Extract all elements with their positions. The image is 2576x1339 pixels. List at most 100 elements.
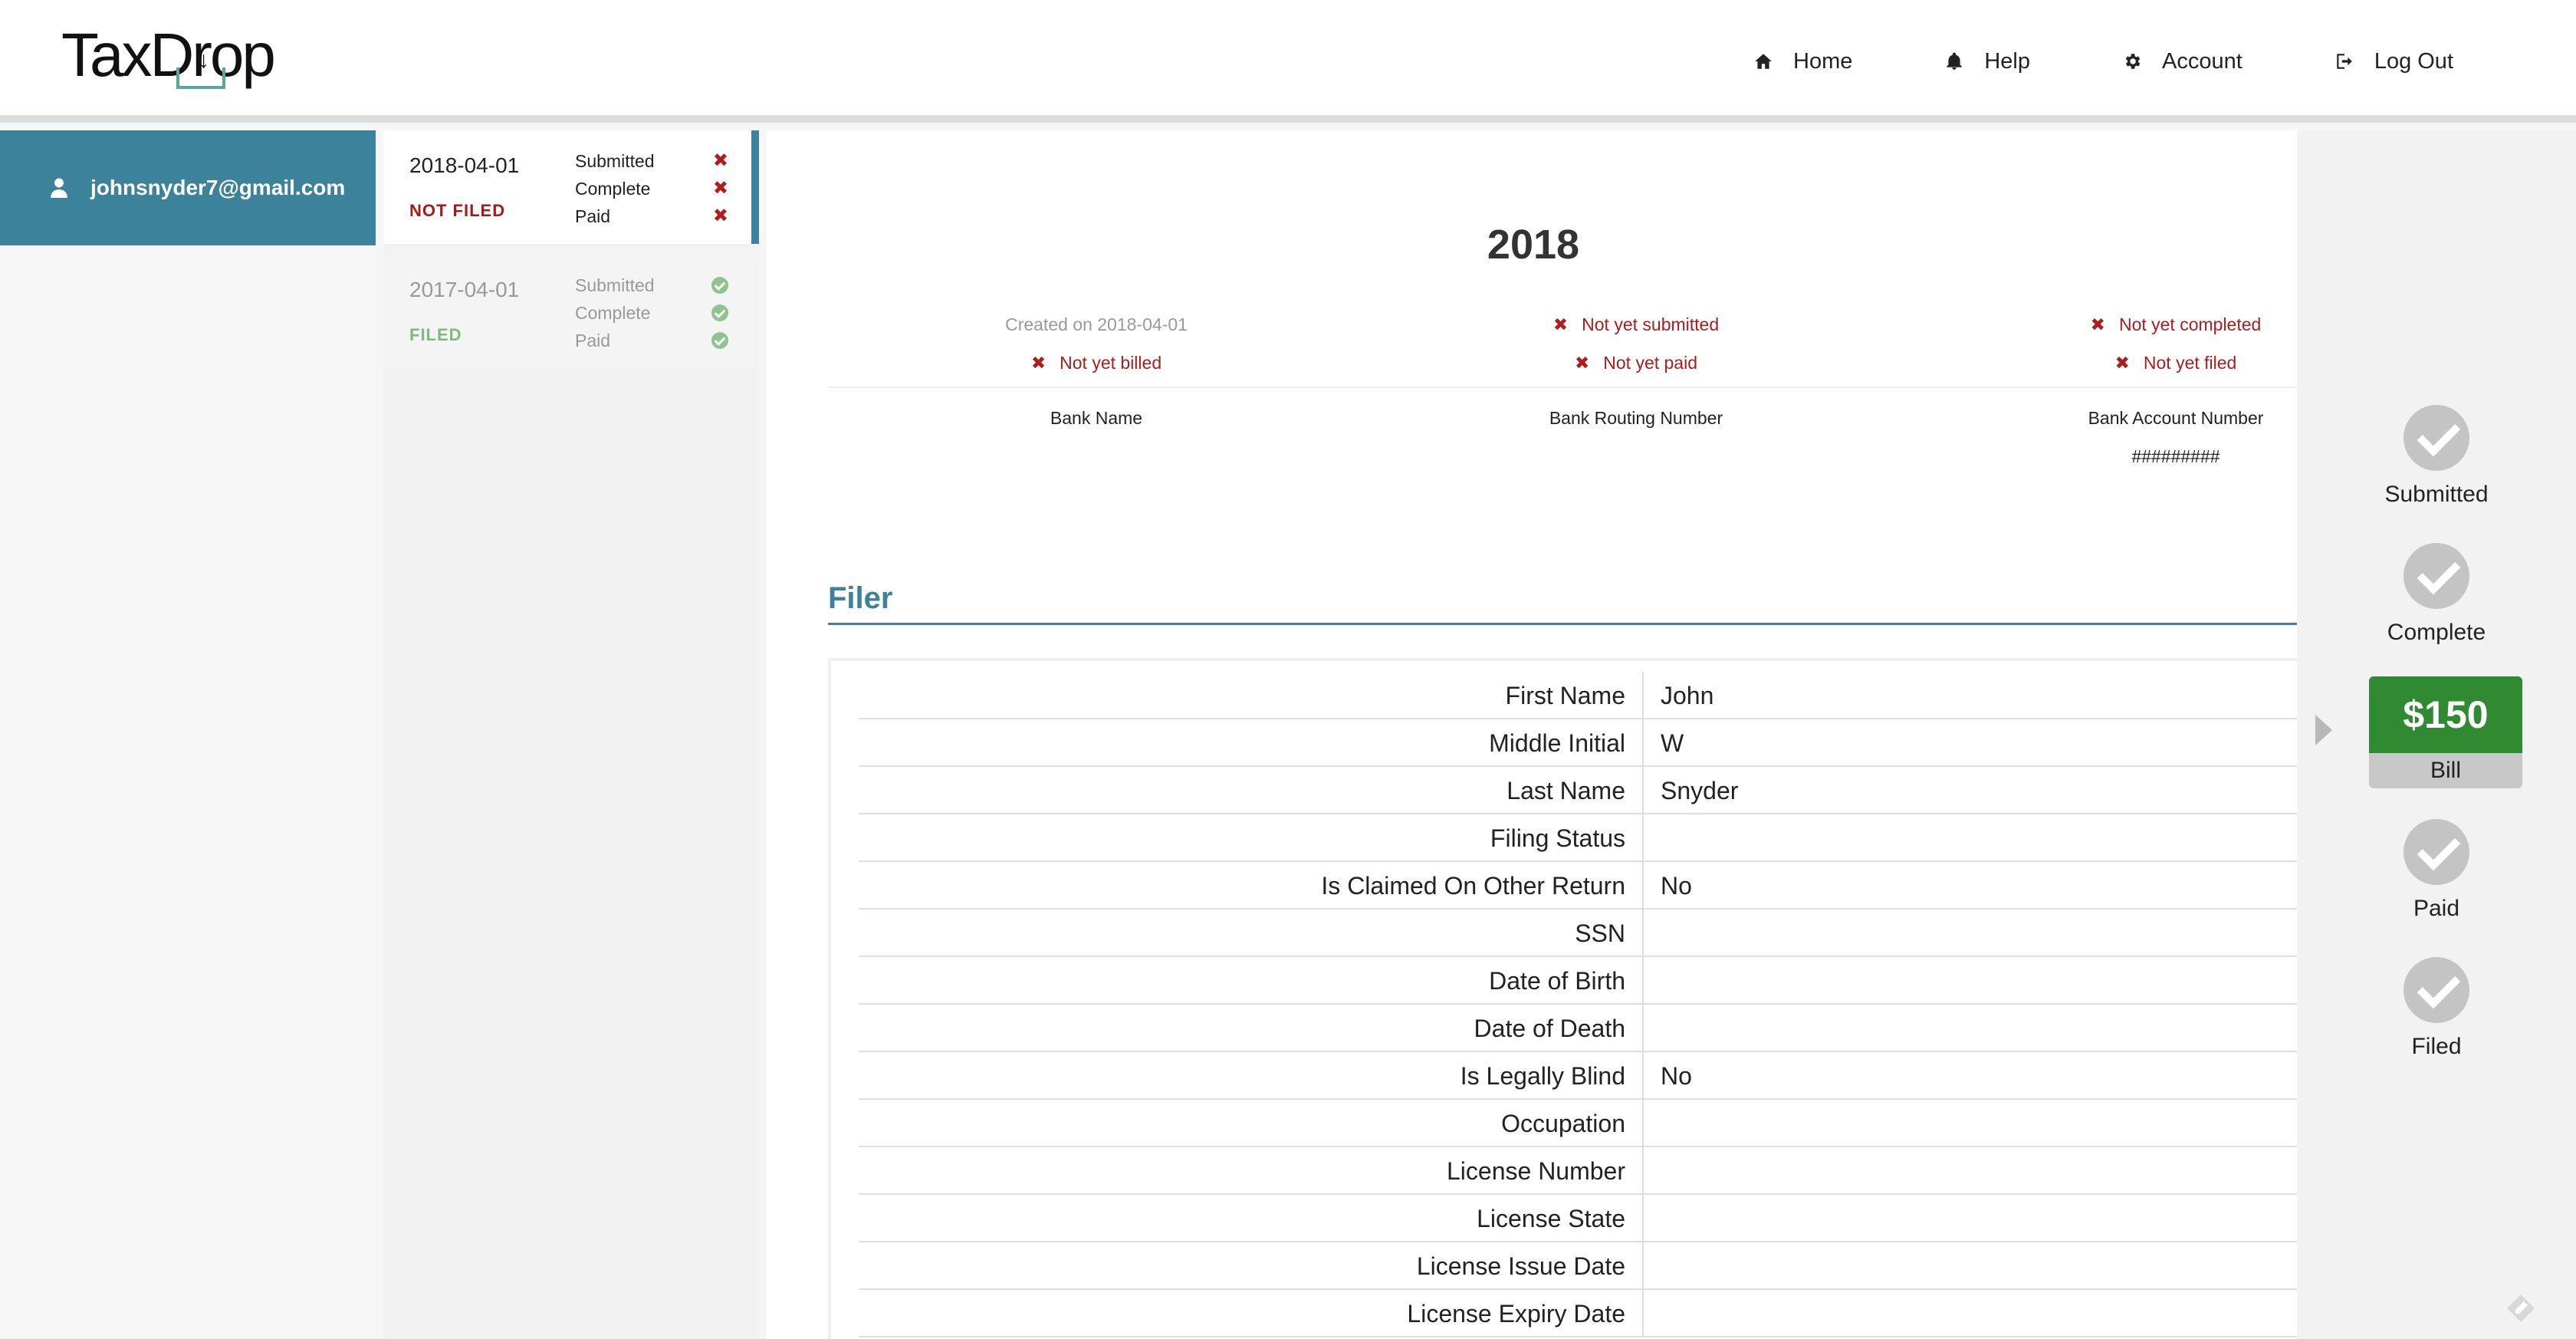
return-step-complete: Complete ✖ [575,175,728,202]
form-row: SSN [859,910,2308,957]
user-account-box[interactable]: johnsnyder7@gmail.com [0,130,376,245]
form-field-value[interactable] [1644,910,1661,956]
form-row: Is Legally Blind No [859,1052,2308,1100]
filing-status-text: Not yet filed [2143,353,2237,373]
step-filed-label: Filed [2411,1034,2462,1059]
bill-amount: $150 [2369,676,2522,753]
taxdrop-logo[interactable]: TaxDrop [61,23,276,87]
form-field-value[interactable]: No [1644,1052,1692,1098]
x-mark-icon: ✖ [2090,314,2105,334]
step-paid-label: Paid [2413,896,2460,921]
return-card-2018[interactable]: 2018-04-01 NOT FILED Submitted ✖ Complete… [383,130,759,244]
form-field-value[interactable] [1644,1195,1661,1241]
form-field-label: First Name [859,672,1644,718]
return-step-label: Complete [575,303,651,323]
return-step-submitted: Submitted ✖ [575,147,728,175]
return-step-label: Complete [575,179,651,199]
bank-name-label: Bank Name [1050,408,1143,428]
nav-logout-label: Log Out [2374,48,2453,74]
form-field-label: Occupation [859,1100,1644,1146]
form-row: License Expiry Date [859,1290,2308,1337]
return-step-label: Paid [575,331,611,350]
bank-routing-label: Bank Routing Number [1549,408,1723,428]
step-submitted-label: Submitted [2384,482,2489,507]
form-field-label: Is Claimed On Other Return [859,862,1644,908]
form-field-value[interactable]: W [1644,719,1684,765]
payment-status: ✖ Not yet paid [1444,344,1828,382]
main-nav: Home Help Account Log Out [1707,37,2499,86]
form-row: License Issue Date [859,1242,2308,1290]
created-date: Created on 2018-04-01 [1005,314,1188,334]
return-step-paid: Paid [575,327,728,354]
payment-status-text: Not yet paid [1603,353,1698,373]
bank-name-col: Bank Name [905,399,1288,437]
x-mark-icon: ✖ [1574,353,1590,373]
filer-section-rule [828,623,2300,625]
check-circle-icon [2404,543,2469,609]
form-row: Filing Status [859,814,2308,862]
form-field-value[interactable] [1644,1005,1661,1051]
form-field-value[interactable] [1644,1147,1661,1193]
bell-icon [1947,52,1963,70]
return-status: FILED [409,325,462,344]
x-mark-icon: ✖ [712,178,728,199]
nav-help[interactable]: Help [1898,37,2076,86]
return-steps: Submitted Complete Paid [575,271,728,354]
nav-logout[interactable]: Log Out [2288,37,2499,86]
return-step-submitted: Submitted [575,271,728,299]
nav-account-label: Account [2162,48,2242,74]
progress-steps: Submitted Complete $150 Bill Paid Filed [2297,130,2576,1339]
nav-home[interactable]: Home [1707,37,1898,86]
return-step-label: Submitted [575,151,655,171]
form-row: Middle Initial W [859,719,2308,767]
logout-icon [2337,54,2352,69]
form-field-value[interactable]: No [1644,862,1692,908]
return-year-title: 2018 [1487,222,1580,268]
step-submitted[interactable]: Submitted [2297,405,2576,508]
submission-status: ✖ Not yet submitted [1444,305,1828,344]
form-field-label: License Issue Date [859,1242,1644,1288]
return-step-label: Paid [575,206,611,226]
form-field-value[interactable]: John [1644,672,1714,718]
form-field-label: License State [859,1195,1644,1241]
return-step-paid: Paid ✖ [575,202,728,230]
form-field-value[interactable] [1644,1290,1661,1336]
form-field-value[interactable] [1644,957,1661,1003]
returns-list: 2018-04-01 NOT FILED Submitted ✖ Complete… [383,130,759,1339]
feedback-icon[interactable] [2505,1293,2536,1324]
form-field-value[interactable] [1644,814,1661,860]
home-icon [1755,54,1772,69]
check-circle-icon [711,277,728,294]
form-field-label: SSN [859,910,1644,956]
billing-status-text: Not yet billed [1060,353,1162,373]
nav-account[interactable]: Account [2076,37,2288,86]
step-filed[interactable]: Filed [2297,957,2576,1060]
return-detail: 2018 Created on 2018-04-01 ✖ Not yet bill… [767,130,2308,1339]
step-paid[interactable]: Paid [2297,819,2576,922]
filer-section-title: Filer [828,581,893,615]
form-field-label: License Expiry Date [859,1290,1644,1336]
form-field-value[interactable]: Snyder [1644,767,1738,813]
return-card-2017[interactable]: 2017-04-01 FILED Submitted Complete Paid [383,255,759,368]
summary-col-created: Created on 2018-04-01 ✖ Not yet billed [905,305,1288,382]
step-complete[interactable]: Complete [2297,543,2576,646]
return-step-label: Submitted [575,275,655,295]
check-circle-icon [711,304,728,321]
x-mark-icon: ✖ [1030,353,1046,373]
form-field-value[interactable] [1644,1100,1661,1146]
form-field-label: Filing Status [859,814,1644,860]
form-row: License Number [859,1147,2308,1195]
return-steps: Submitted ✖ Complete ✖ Paid ✖ [575,147,728,230]
completion-status-text: Not yet completed [2118,314,2262,334]
form-row: Last Name Snyder [859,767,2308,814]
check-circle-icon [2404,405,2469,471]
summary-divider [828,387,2300,388]
nav-home-label: Home [1793,48,1853,74]
form-row: Date of Death [859,1005,2308,1052]
return-step-complete: Complete [575,299,728,327]
return-date: 2017-04-01 [409,278,520,301]
form-field-value[interactable] [1644,1242,1661,1288]
bill-button[interactable]: $150 Bill [2369,676,2522,788]
form-row: First Name John [859,672,2308,719]
triangle-pointer-icon [2315,715,2332,745]
